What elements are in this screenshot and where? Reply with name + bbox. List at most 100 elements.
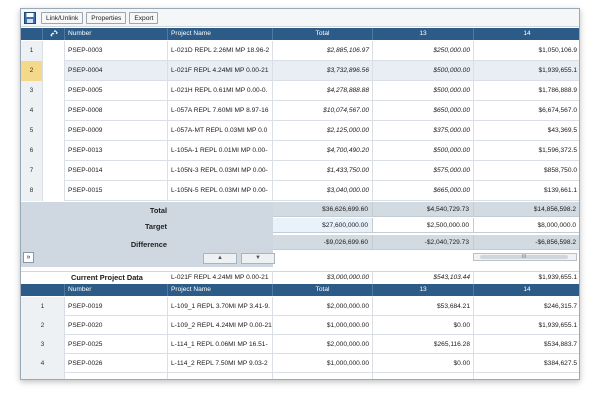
project-name-column-header[interactable]: Project Name <box>168 284 273 296</box>
project-name-cell[interactable]: L-057A REPL 7.60MI MP 8.97-16 <box>168 101 273 121</box>
scrollbar-thumb[interactable]: III <box>480 255 568 260</box>
table-row[interactable]: 7 PSEP-0014 L-105N-3 REPL 0.03MI MP 0.00- $… <box>21 161 579 181</box>
col-14-cell[interactable]: $1,939,655.1 <box>474 316 579 335</box>
number-cell[interactable]: PSEP-0020 <box>65 316 168 335</box>
table-row[interactable]: 6 PSEP-0013 L-105A-1 REPL 0.01MI MP 0.00- $… <box>21 141 579 161</box>
link-unlink-button[interactable]: Link/Unlink <box>41 11 84 24</box>
col-14-cell[interactable]: $6,674,567.0 <box>474 101 579 121</box>
number-cell[interactable]: PSEP-0014 <box>65 161 168 181</box>
horizontal-scrollbar[interactable]: III <box>473 253 577 261</box>
row-index-cell[interactable]: 6 <box>21 141 43 161</box>
col-14-cell[interactable]: $1,939,655.1 <box>474 61 579 81</box>
project-name-cell[interactable]: L-109_2 REPL 4.24MI MP 0.00-21 <box>168 316 273 335</box>
link-checkbox-cell[interactable] <box>43 141 65 161</box>
number-cell[interactable]: PSEP-0013 <box>65 141 168 161</box>
number-cell[interactable]: PSEP-0025 <box>65 335 168 354</box>
col-14-cell[interactable]: $43,369.5 <box>474 121 579 141</box>
row-index-cell[interactable]: 1 <box>21 297 65 316</box>
row-index-cell[interactable]: 3 <box>21 335 65 354</box>
project-name-cell[interactable]: L-105A-1 REPL 0.01MI MP 0.00- <box>168 141 273 161</box>
target-14[interactable]: $8,000,000.0 <box>474 218 579 233</box>
row-index-cell[interactable]: 7 <box>21 161 43 181</box>
target-total[interactable]: $27,600,000.00 <box>273 218 373 233</box>
floppy-disk-icon[interactable] <box>24 11 36 24</box>
col-13-cell[interactable]: $500,000.00 <box>373 141 474 161</box>
table-row[interactable]: 2 PSEP-0020 L-109_2 REPL 4.24MI MP 0.00-21… <box>21 316 579 335</box>
export-button[interactable]: Export <box>129 11 159 24</box>
project-name-cell[interactable]: L-114_2 REPL 7.50MI MP 9.03-2 <box>168 354 273 373</box>
table-row[interactable]: 5 PSEP-0009 L-057A-MT REPL 0.03MI MP 0.0 $2… <box>21 121 579 141</box>
col-14-header[interactable]: 14 <box>474 284 579 296</box>
col-14-cell[interactable]: $246,315.7 <box>474 297 579 316</box>
table-row[interactable]: 5PSEP-0028L-118-1 REPL 0.03MI MP 0.00-0.… <box>21 373 579 379</box>
total-cell[interactable]: $1,000,000.00 <box>273 316 373 335</box>
col-13-cell[interactable]: $250,000.00 <box>373 41 474 61</box>
col-13-cell[interactable]: $575,000.00 <box>373 161 474 181</box>
col-14-header[interactable]: 14 <box>474 28 579 40</box>
col-14-cell[interactable]: $1,000,000.0 <box>474 373 579 379</box>
number-cell[interactable]: PSEP-0026 <box>65 354 168 373</box>
number-cell[interactable]: PSEP-0009 <box>65 121 168 141</box>
table-row[interactable]: 4 PSEP-0008 L-057A REPL 7.60MI MP 8.97-16 $… <box>21 101 579 121</box>
table-row[interactable]: 8 PSEP-0015 L-105N-5 REPL 0.03MI MP 0.00- $… <box>21 181 579 201</box>
total-cell[interactable]: $4,278,888.88 <box>273 81 373 101</box>
link-checkbox-cell[interactable] <box>43 41 65 61</box>
number-cell[interactable]: PSEP-0028 <box>65 373 168 379</box>
col-13-header[interactable]: 13 <box>373 28 474 40</box>
col-13-cell[interactable]: $665,000.00 <box>373 181 474 201</box>
project-name-cell[interactable]: L-021H REPL 0.61MI MP 0.00-0. <box>168 81 273 101</box>
properties-button[interactable]: Properties <box>86 11 127 24</box>
row-index-cell[interactable]: 4 <box>21 354 65 373</box>
number-cell[interactable]: PSEP-0005 <box>65 81 168 101</box>
total-cell[interactable]: $2,000,000.00 <box>273 297 373 316</box>
number-cell[interactable]: PSEP-0003 <box>65 41 168 61</box>
link-checkbox-cell[interactable] <box>43 181 65 201</box>
col-13-cell[interactable]: $375,000.00 <box>373 121 474 141</box>
project-name-cell[interactable]: L-114_1 REPL 0.06MI MP 16.51- <box>168 335 273 354</box>
col-13-cell[interactable]: $0.00 <box>373 316 474 335</box>
table-row[interactable]: 2 PSEP-0004 L-021F REPL 4.24MI MP 0.00-21 $… <box>21 61 579 81</box>
row-index-cell[interactable]: 2 <box>21 61 43 81</box>
total-cell[interactable]: $3,732,896.56 <box>273 61 373 81</box>
total-column-header[interactable]: Total <box>273 284 373 296</box>
number-column-header[interactable]: Number <box>65 284 168 296</box>
col-14-cell[interactable]: $384,627.5 <box>474 354 579 373</box>
number-column-header[interactable]: Number <box>65 28 168 40</box>
col-13-cell[interactable]: $265,116.28 <box>373 335 474 354</box>
col-13-cell[interactable]: $500,000.00 <box>373 81 474 101</box>
total-cell[interactable]: $10,074,567.00 <box>273 101 373 121</box>
col-13-cell[interactable]: $650,000.00 <box>373 101 474 121</box>
link-checkbox-cell[interactable] <box>43 121 65 141</box>
link-checkbox-cell[interactable] <box>43 61 65 81</box>
total-cell[interactable]: $1,433,750.00 <box>273 161 373 181</box>
col-13-cell[interactable]: $53,684.21 <box>373 297 474 316</box>
link-checkbox-cell[interactable] <box>43 101 65 121</box>
table-row[interactable]: 1 PSEP-0003 L-021D REPL 2.26MI MP 18.96-2 $… <box>21 41 579 61</box>
project-name-cell[interactable]: L-057A-MT REPL 0.03MI MP 0.0 <box>168 121 273 141</box>
col-14-cell[interactable]: $858,750.0 <box>474 161 579 181</box>
scroll-down-button[interactable]: ▼ <box>241 253 275 264</box>
table-row[interactable]: 4 PSEP-0026 L-114_2 REPL 7.50MI MP 9.03-2 $… <box>21 354 579 373</box>
link-checkbox-cell[interactable] <box>43 161 65 181</box>
project-name-cell[interactable]: L-021D REPL 2.26MI MP 18.96-2 <box>168 41 273 61</box>
table-row[interactable]: 3 PSEP-0025 L-114_1 REPL 0.06MI MP 16.51- $… <box>21 335 579 354</box>
number-cell[interactable]: PSEP-0008 <box>65 101 168 121</box>
col-14-cell[interactable]: $534,883.7 <box>474 335 579 354</box>
project-name-column-header[interactable]: Project Name <box>168 28 273 40</box>
col-13-cell[interactable]: $500,000.00 <box>373 61 474 81</box>
total-cell[interactable]: $4,700,490.20 <box>273 141 373 161</box>
row-index-cell[interactable]: 1 <box>21 41 43 61</box>
project-name-cell[interactable]: L-105N-5 REPL 0.03MI MP 0.00- <box>168 181 273 201</box>
total-cell[interactable]: $1,000,000.00 <box>273 354 373 373</box>
col-14-cell[interactable]: $1,596,372.5 <box>474 141 579 161</box>
row-index-cell[interactable]: 5 <box>21 373 65 379</box>
col-13-cell[interactable]: $0.00 <box>373 354 474 373</box>
total-cell[interactable]: $2,885,106.97 <box>273 41 373 61</box>
row-index-cell[interactable]: 4 <box>21 101 43 121</box>
total-cell[interactable]: $2,125,000.00 <box>273 121 373 141</box>
number-cell[interactable]: PSEP-0015 <box>65 181 168 201</box>
number-cell[interactable]: PSEP-0004 <box>65 61 168 81</box>
total-column-header[interactable]: Total <box>273 28 373 40</box>
project-name-cell[interactable]: L-118-1 REPL 0.03MI MP 0.00-0. <box>168 373 273 379</box>
project-name-cell[interactable]: L-105N-3 REPL 0.03MI MP 0.00- <box>168 161 273 181</box>
